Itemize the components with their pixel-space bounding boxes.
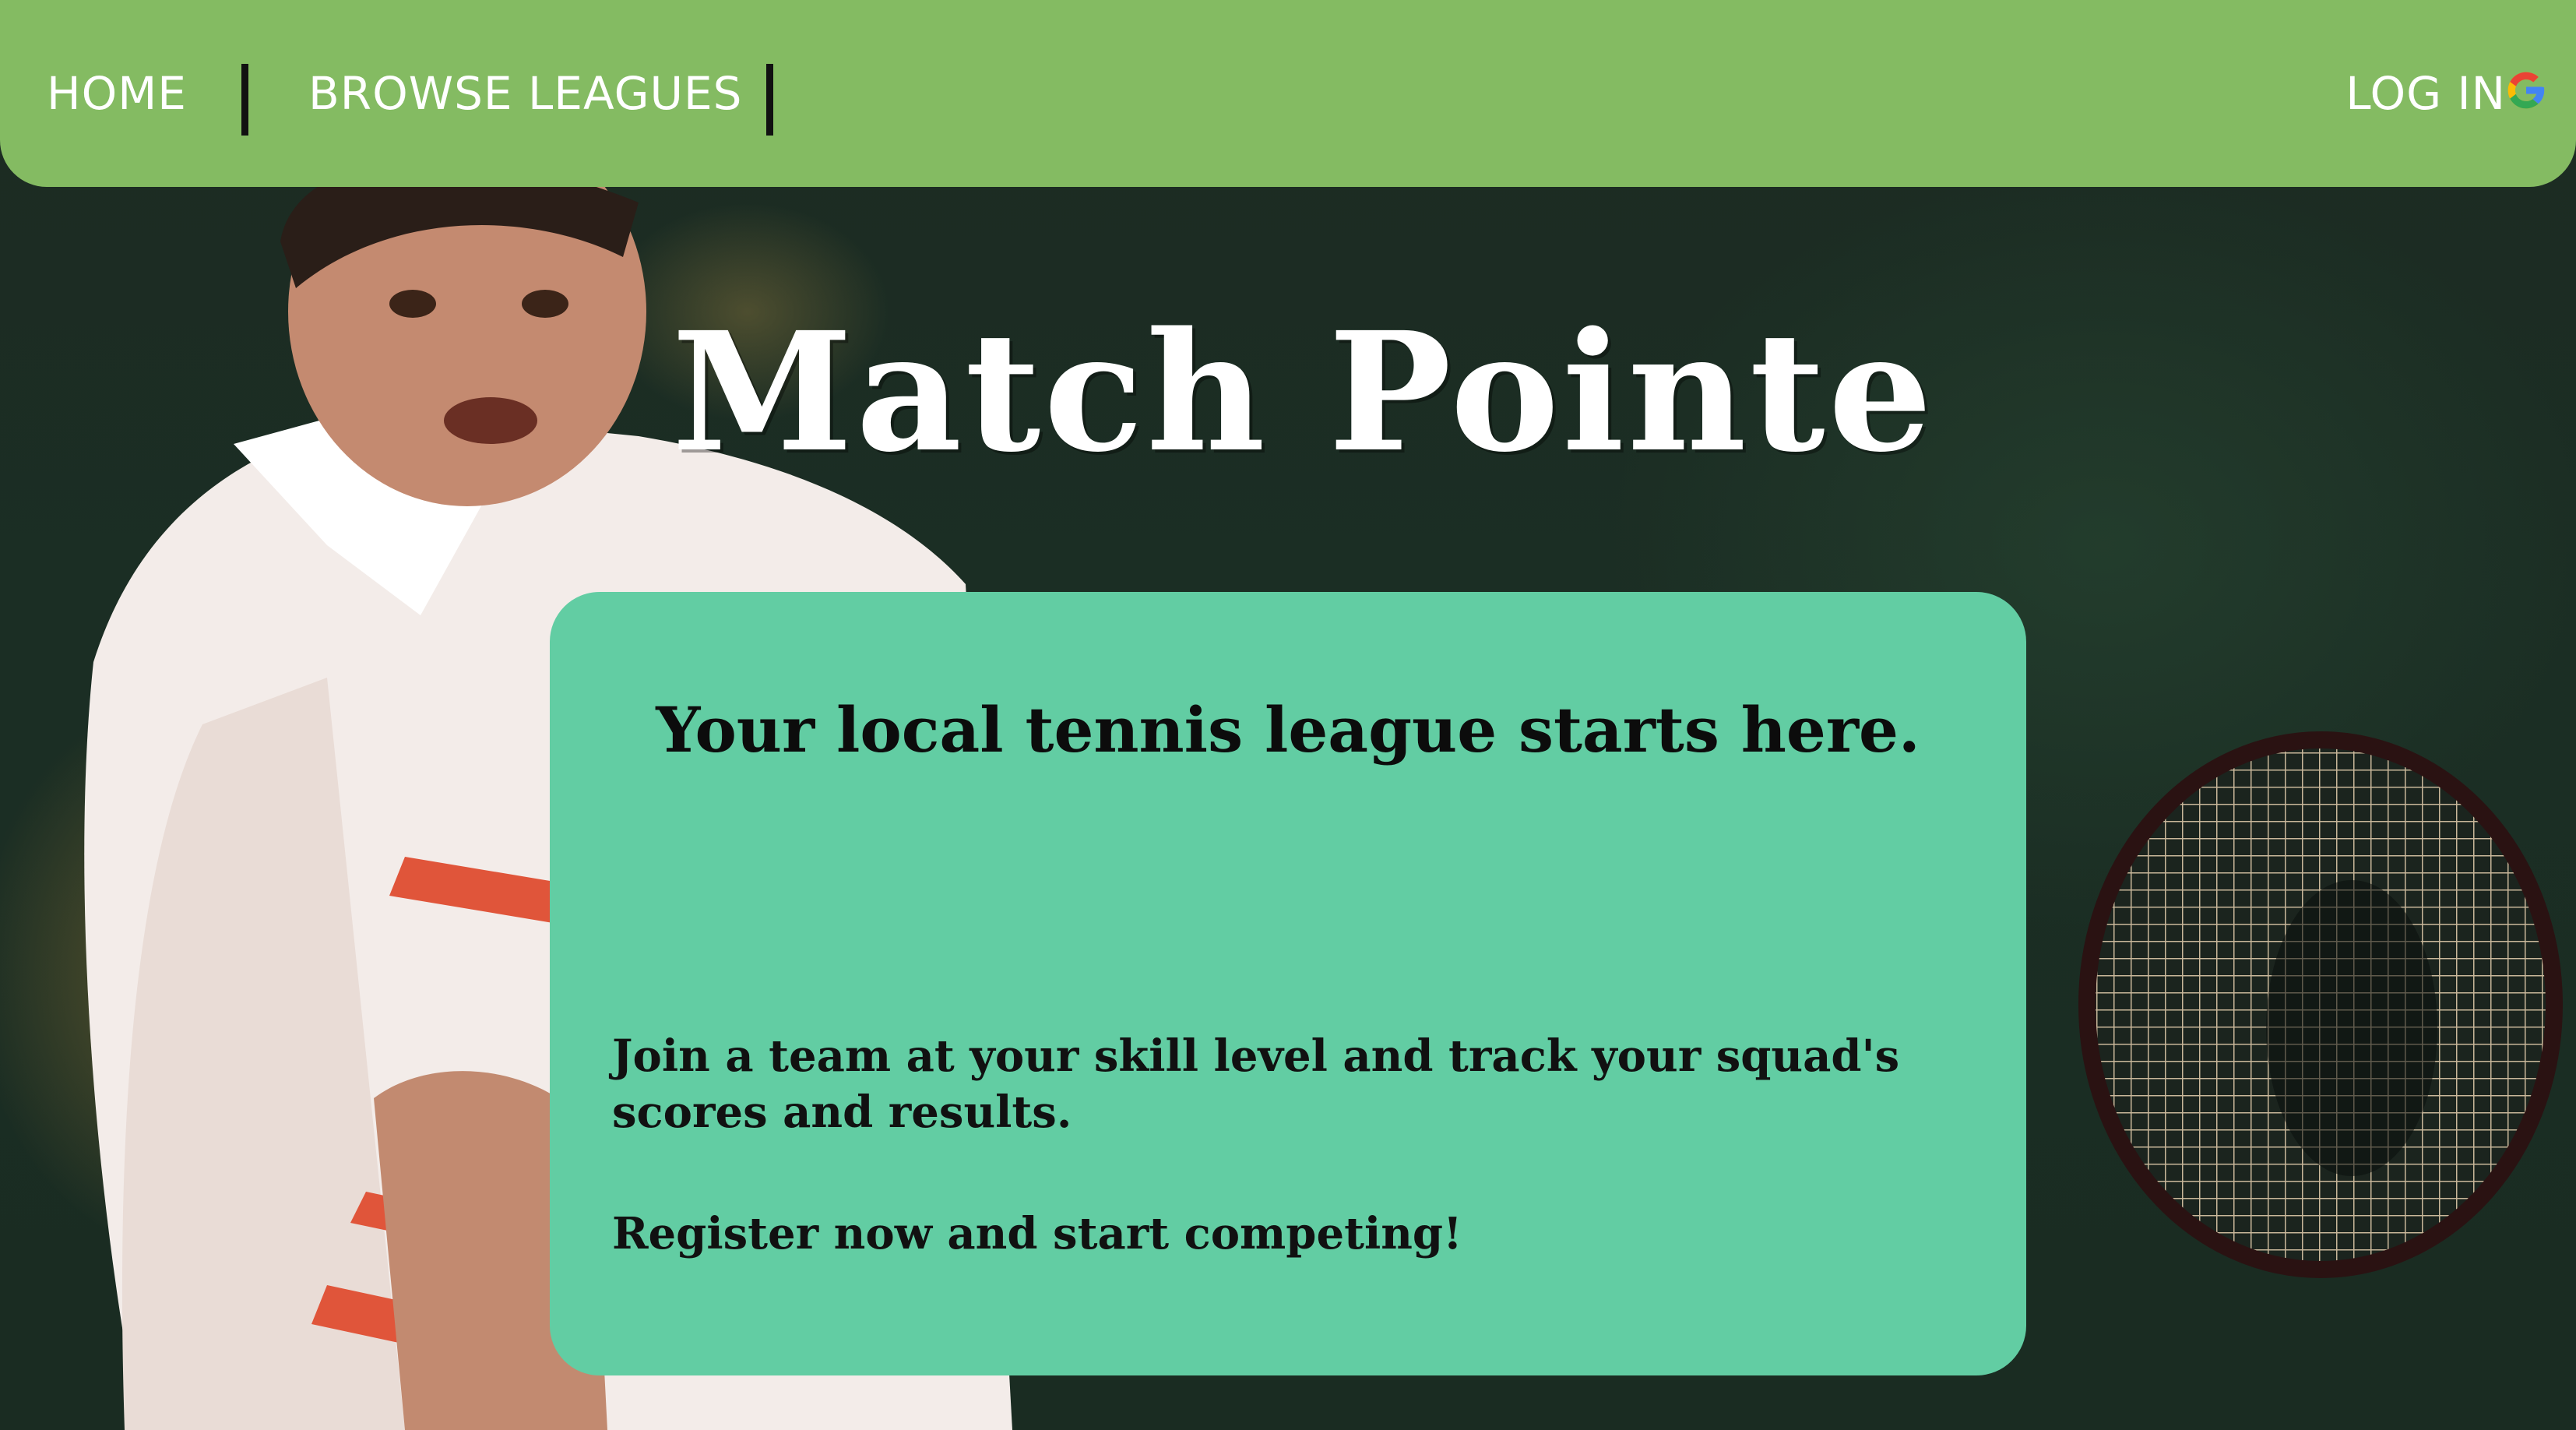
- card-paragraph: Register now and start competing!: [612, 1208, 1462, 1259]
- nav-browse-leagues-link[interactable]: BROWSE LEAGUES: [308, 62, 742, 125]
- intro-card: Your local tennis league starts here. Jo…: [550, 592, 2026, 1375]
- nav-divider: [766, 64, 773, 136]
- login-link[interactable]: LOG IN: [2345, 62, 2506, 125]
- tennis-racket-image: [2078, 731, 2563, 1278]
- site-title: Match Pointe: [671, 296, 1936, 488]
- google-icon[interactable]: [2504, 69, 2548, 112]
- top-navbar: HOME BROWSE LEAGUES LOG IN: [0, 0, 2576, 187]
- card-headline: Your local tennis league starts here.: [656, 693, 1920, 766]
- card-body: Join a team at your skill level and trac…: [612, 1028, 1967, 1262]
- nav-home-link[interactable]: HOME: [47, 62, 187, 125]
- nav-divider: [241, 64, 248, 136]
- card-paragraph: Join a team at your skill level and trac…: [612, 1030, 1900, 1138]
- landing-page: HOME BROWSE LEAGUES LOG IN Match Pointe …: [0, 0, 2576, 1430]
